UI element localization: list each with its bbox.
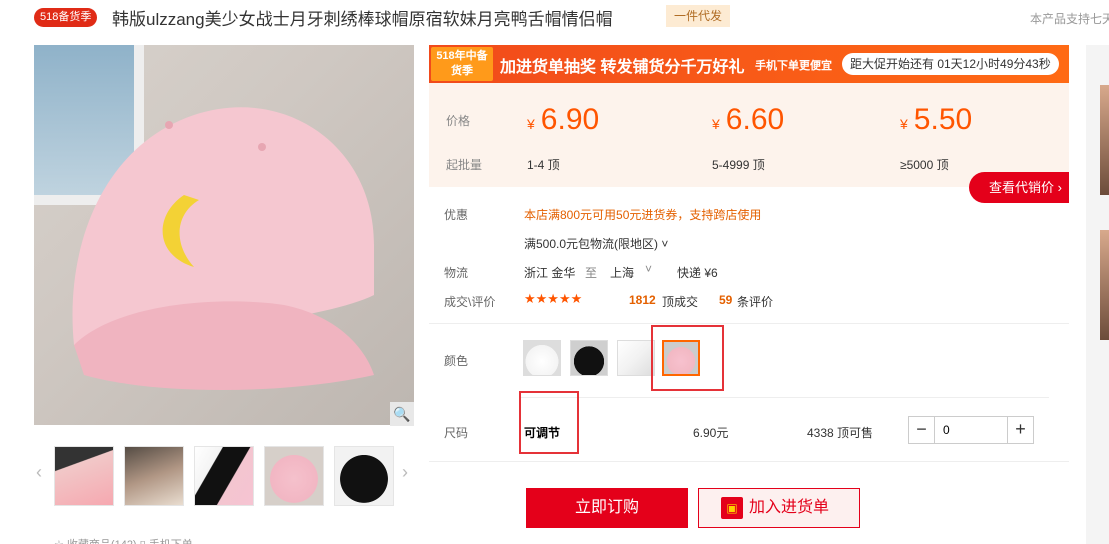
promo-headline: 加进货单抽奖 转发铺货分千万好礼 bbox=[500, 59, 745, 76]
cart-bag-icon: ▣ bbox=[721, 497, 743, 519]
divider bbox=[519, 397, 1049, 398]
express-fee: 快递 ¥6 bbox=[677, 266, 718, 280]
price-tier-1: ¥6.90 bbox=[527, 103, 600, 136]
moq-label: 起批量 bbox=[446, 158, 483, 172]
price-tier-3: ¥5.50 bbox=[900, 103, 973, 136]
color-label: 颜色 bbox=[444, 354, 469, 368]
view-agent-price-button[interactable]: 查看代销价 › bbox=[969, 172, 1069, 203]
add-to-purchase-list-button[interactable]: ▣ 加入进货单 bbox=[698, 488, 860, 528]
free-shipping-dropdown[interactable]: 满500.0元包物流(限地区) ˅ bbox=[524, 235, 668, 252]
recommended-item-1[interactable] bbox=[1100, 85, 1109, 195]
price-label: 价格 bbox=[446, 114, 471, 128]
product-title: 韩版ulzzang美少女战士月牙刺绣棒球帽原宿软妹月亮鸭舌帽情侣帽 bbox=[112, 10, 613, 29]
deal-count[interactable]: 1812 bbox=[629, 293, 656, 307]
thumbnail-1[interactable] bbox=[54, 446, 114, 506]
thumbnail-2[interactable] bbox=[124, 446, 184, 506]
increment-button[interactable]: + bbox=[1007, 417, 1033, 443]
ship-destination-select[interactable]: 上海 bbox=[610, 264, 634, 281]
chevron-left-icon[interactable]: ‹ bbox=[36, 462, 42, 483]
dropship-tag[interactable]: 一件代发 bbox=[666, 5, 731, 27]
discount-text: 本店满800元可用50元进货券，支持跨店使用 bbox=[524, 208, 762, 222]
logistics-label: 物流 bbox=[444, 266, 469, 280]
favorite-and-mobile-links[interactable]: ☆ 收藏商品(142) ▯ 手机下单 bbox=[54, 536, 193, 544]
thumbnail-3[interactable] bbox=[194, 446, 254, 506]
add-to-purchase-list-label: 加入进货单 bbox=[749, 499, 830, 516]
price-panel: 价格 起批量 ¥6.90 ¥6.60 ¥5.50 1-4 顶 5-4999 顶 … bbox=[429, 83, 1069, 187]
promo-mark: 518年中备货季 bbox=[431, 47, 493, 81]
order-now-button[interactable]: 立即订购 bbox=[526, 488, 688, 528]
highlight-box-color bbox=[651, 325, 724, 391]
qty-tier-1: 1-4 顶 bbox=[527, 158, 560, 172]
size-label: 尺码 bbox=[444, 426, 469, 440]
color-swatch-white-gold[interactable] bbox=[617, 340, 655, 376]
discount-label: 优惠 bbox=[444, 208, 469, 222]
qty-tier-2: 5-4999 顶 bbox=[712, 158, 765, 172]
promo-subtext: 手机下单更便宜 bbox=[755, 60, 832, 72]
promo-season-badge: 518备货季 bbox=[34, 8, 98, 27]
header: 518备货季 韩版ulzzang美少女战士月牙刺绣棒球帽原宿软妹月亮鸭舌帽情侣帽… bbox=[0, 0, 1109, 36]
review-unit: 条评价 bbox=[737, 295, 774, 309]
decrement-button[interactable]: − bbox=[909, 417, 935, 443]
magnifier-icon[interactable]: 🔍 bbox=[390, 402, 414, 426]
thumbnail-4[interactable] bbox=[264, 446, 324, 506]
quantity-input[interactable] bbox=[939, 417, 1007, 443]
chevron-down-icon[interactable]: ˅ bbox=[645, 262, 652, 276]
promo-countdown: 距大促开始还有 01天12小时49分43秒 bbox=[842, 53, 1059, 75]
deal-unit: 顶成交 bbox=[662, 295, 699, 309]
rating-stars: ★★★★★ bbox=[524, 291, 583, 306]
size-price: 6.90元 bbox=[693, 426, 729, 440]
qty-tier-3: ≥5000 顶 bbox=[900, 158, 949, 172]
main-product-image[interactable] bbox=[34, 45, 414, 425]
chevron-right-icon[interactable]: › bbox=[402, 462, 408, 483]
highlight-box-size bbox=[519, 391, 579, 454]
thumbnail-5[interactable] bbox=[334, 446, 394, 506]
stock-count: 4338 顶可售 bbox=[807, 426, 874, 440]
ship-from: 浙江 金华 bbox=[524, 266, 576, 280]
divider bbox=[429, 323, 1069, 324]
color-swatch-white[interactable] bbox=[523, 340, 561, 376]
review-count[interactable]: 59 bbox=[719, 293, 732, 307]
deal-review-label: 成交\评价 bbox=[444, 295, 496, 309]
support-notice: 本产品支持七天 bbox=[1030, 12, 1109, 26]
ship-to-word: 至 bbox=[585, 266, 598, 280]
price-tier-2: ¥6.60 bbox=[712, 103, 785, 136]
pink-cap-illustration bbox=[72, 107, 374, 390]
color-swatch-black[interactable] bbox=[570, 340, 608, 376]
quantity-stepper[interactable]: − + bbox=[908, 416, 1034, 444]
recommended-item-2[interactable] bbox=[1100, 230, 1109, 340]
divider bbox=[429, 461, 1069, 462]
promo-banner[interactable]: 518年中备货季 加进货单抽奖 转发铺货分千万好礼 手机下单更便宜 距大促开始还… bbox=[429, 45, 1069, 83]
